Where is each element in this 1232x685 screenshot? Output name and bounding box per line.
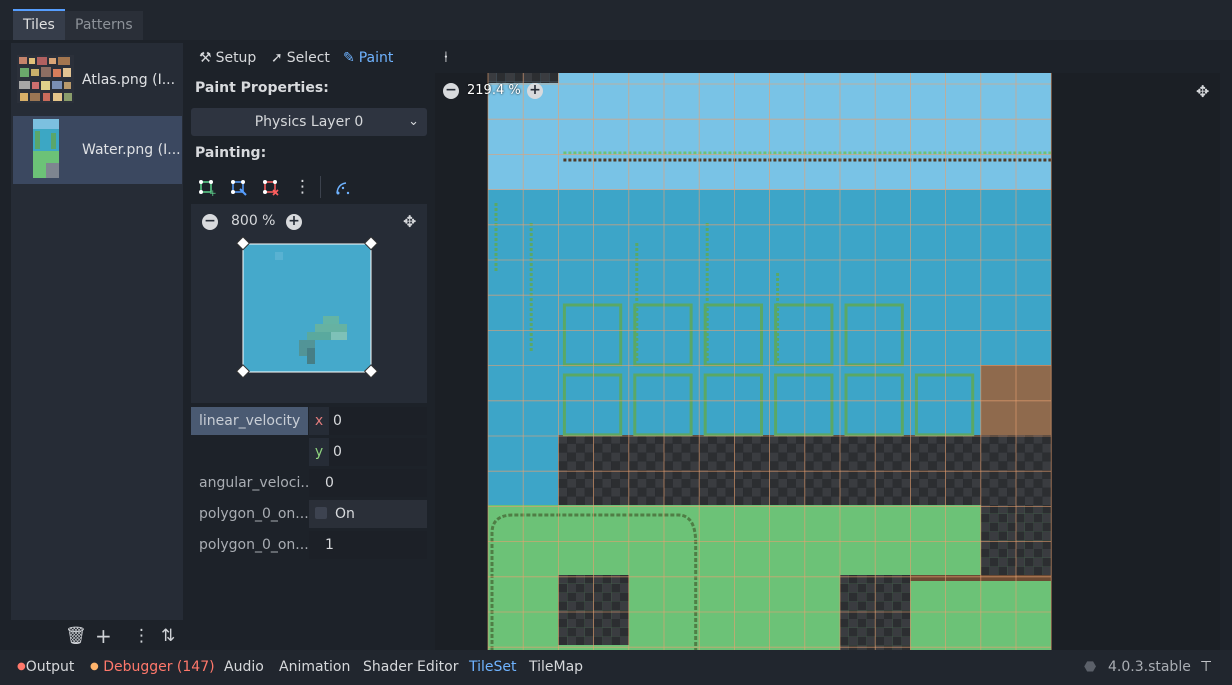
tab-tiles[interactable]: Tiles (13, 9, 65, 40)
select-label: Select (286, 50, 330, 66)
paint-button[interactable]: ✎ Paint (343, 48, 393, 68)
output-tab[interactable]: ●Output (17, 659, 74, 675)
trash-icon[interactable]: 🗑 (65, 626, 87, 646)
tab-patterns[interactable]: Patterns (65, 11, 143, 40)
physics-layer-value: Physics Layer 0 (254, 114, 364, 130)
angular-velocity-label: angular_veloci... (199, 475, 308, 491)
angular-velocity-field[interactable]: 0 (309, 469, 427, 497)
polygon-margin-field[interactable]: 1 (309, 531, 427, 559)
dot-icon: ● (17, 661, 26, 672)
snap-grid-icon[interactable] (334, 179, 352, 197)
pin-panel-icon[interactable]: ⊤ (1200, 659, 1212, 675)
zoom-out-icon[interactable]: − (202, 214, 218, 230)
atlas-zoom-in-icon[interactable]: + (527, 83, 543, 99)
atlas-viewport[interactable] (435, 73, 1220, 650)
x-axis-label: x (309, 407, 329, 435)
linear-velocity-label: linear_velocity (191, 407, 308, 435)
output-label: Output (25, 659, 75, 675)
linear-velocity-y-value: 0 (333, 444, 342, 460)
atlas-zoom-out-icon[interactable]: − (443, 83, 459, 99)
polygon-one-way-value: On (335, 506, 355, 522)
atlas-pan-icon[interactable]: ✥ (1196, 82, 1209, 101)
top-tab-bar (0, 0, 1232, 40)
checkbox-icon (315, 507, 327, 519)
water-thumbnail (33, 119, 59, 178)
linear-velocity-x-field[interactable]: x0 (309, 407, 427, 435)
animation-tab[interactable]: Animation (279, 659, 350, 675)
setup-button[interactable]: ⚒ Setup (199, 48, 256, 68)
audio-tab[interactable]: Audio (224, 659, 264, 675)
polygon-margin-label: polygon_0_on... (199, 537, 308, 553)
paint-label: Paint (358, 50, 394, 66)
delete-polygon-icon[interactable] (262, 179, 280, 197)
linear-velocity-x-value: 0 (333, 413, 342, 429)
debugger-label: Debugger (147) (103, 659, 215, 675)
more-options-icon[interactable]: ⋮ (294, 177, 312, 197)
select-button[interactable]: ➚ Select (271, 48, 330, 68)
brush-icon: ✎ (343, 50, 355, 66)
source-label-atlas: Atlas.png (I... (82, 72, 176, 88)
tile-atlas[interactable] (435, 73, 1220, 650)
svg-text:+: + (209, 189, 216, 197)
edit-polygon-icon[interactable] (230, 179, 248, 197)
atlas-zoom-level: 219.4 % (467, 83, 521, 98)
cursor-icon: ➚ (271, 50, 283, 66)
polygon-one-way-checkbox[interactable]: On (309, 500, 427, 528)
update-spinner-icon: ⬣ (1084, 659, 1097, 675)
atlas-thumbnail (17, 55, 74, 103)
toolbar-separator (320, 176, 321, 198)
eyedropper-icon[interactable]: ⍿ (444, 48, 448, 66)
polygon-one-way-label: polygon_0_on... (199, 506, 308, 522)
add-icon[interactable]: + (95, 624, 112, 648)
chevron-down-icon: ⌄ (408, 114, 419, 129)
add-polygon-icon[interactable]: + (198, 179, 217, 199)
paint-properties-heading: Paint Properties: (195, 80, 329, 96)
painting-heading: Painting: (195, 145, 267, 161)
sort-icon[interactable]: ⇅ (161, 626, 175, 646)
setup-label: Setup (215, 50, 257, 66)
more-options-icon[interactable]: ⋮ (133, 626, 150, 646)
debugger-tab[interactable]: ● Debugger (147) (90, 659, 215, 675)
tilemap-tab[interactable]: TileMap (529, 659, 583, 675)
dot-icon: ● (90, 661, 99, 672)
preview-zoom-level: 800 % (231, 213, 276, 229)
y-axis-label: y (309, 438, 329, 466)
zoom-in-icon[interactable]: + (286, 214, 302, 230)
version-label: 4.0.3.stable (1108, 659, 1191, 675)
tools-icon: ⚒ (199, 50, 212, 66)
physics-layer-dropdown[interactable]: Physics Layer 0 ⌄ (191, 108, 427, 136)
pan-move-icon[interactable]: ✥ (403, 212, 416, 231)
source-label-water: Water.png (I... (82, 142, 181, 158)
tile-preview-polygon[interactable] (236, 237, 378, 379)
shader-editor-tab[interactable]: Shader Editor (363, 659, 458, 675)
linear-velocity-y-field[interactable]: y0 (309, 438, 427, 466)
tileset-tab[interactable]: TileSet (469, 659, 517, 675)
